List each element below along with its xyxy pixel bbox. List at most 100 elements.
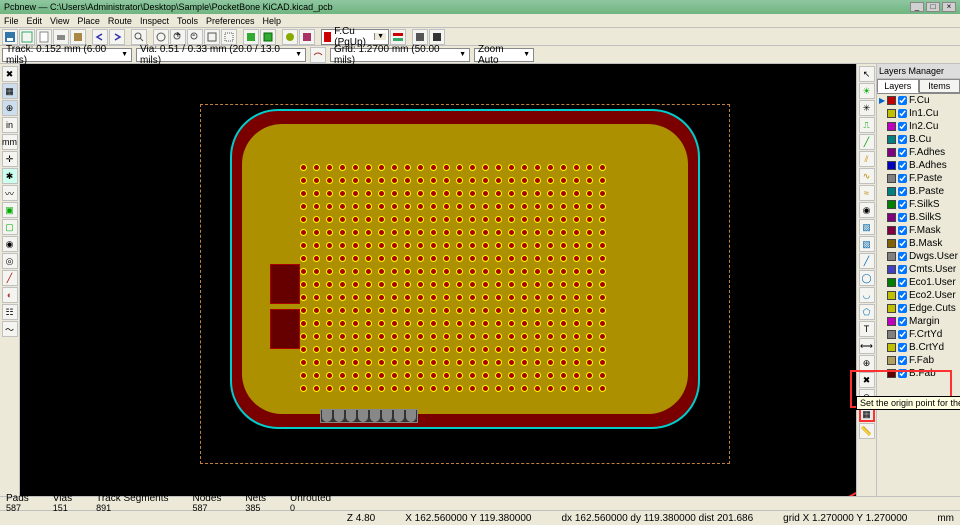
layer-checkbox[interactable]	[898, 109, 907, 118]
layer-row[interactable]: Eco2.User	[877, 289, 960, 302]
zoom-in-icon[interactable]: +	[170, 29, 186, 45]
menu-view[interactable]: View	[50, 16, 69, 26]
units-mm-icon[interactable]: mm	[2, 134, 18, 150]
layer-checkbox[interactable]	[898, 278, 907, 287]
show-drc-icon[interactable]: ✖	[2, 66, 18, 82]
layer-checkbox[interactable]	[898, 291, 907, 300]
print-icon[interactable]	[53, 29, 69, 45]
layer-row[interactable]: In1.Cu	[877, 107, 960, 120]
curved-ratsnest-icon[interactable]: 〰	[2, 185, 18, 201]
layer-checkbox[interactable]	[898, 122, 907, 131]
local-ratsnest-icon[interactable]: ✳	[859, 100, 875, 116]
footprint-editor-icon[interactable]	[243, 29, 259, 45]
contrast-mode-icon[interactable]: ◐	[2, 287, 18, 303]
layer-checkbox[interactable]	[898, 135, 907, 144]
layer-checkbox[interactable]	[898, 343, 907, 352]
layer-pair-icon[interactable]	[390, 29, 406, 45]
highlight-net-icon[interactable]: ☀	[859, 83, 875, 99]
layer-row[interactable]: B.Cu	[877, 133, 960, 146]
layer-checkbox[interactable]	[898, 356, 907, 365]
layer-row[interactable]: Margin	[877, 315, 960, 328]
layer-checkbox[interactable]	[898, 148, 907, 157]
add-dimension-icon[interactable]: ⟷	[859, 338, 875, 354]
route-track-icon[interactable]: ╱	[859, 134, 875, 150]
update-pcb-icon[interactable]	[282, 29, 298, 45]
add-zone-icon[interactable]: ▨	[859, 219, 875, 235]
maximize-button[interactable]: □	[926, 2, 940, 12]
layer-row[interactable]: F.Mask	[877, 224, 960, 237]
layer-checkbox[interactable]	[898, 317, 907, 326]
zoom-selection-icon[interactable]	[221, 29, 237, 45]
add-via-icon[interactable]: ◉	[859, 202, 875, 218]
menu-preferences[interactable]: Preferences	[206, 16, 255, 26]
auto-track-icon[interactable]	[310, 47, 326, 63]
page-settings-icon[interactable]	[36, 29, 52, 45]
layer-row[interactable]: B.Paste	[877, 185, 960, 198]
cursor-shape-icon[interactable]: ✛	[2, 151, 18, 167]
via-outline-icon[interactable]: ◎	[2, 253, 18, 269]
measure-icon[interactable]: 📏	[859, 423, 875, 439]
layer-row[interactable]: B.CrtYd	[877, 341, 960, 354]
fill-zones-icon[interactable]: ▣	[2, 202, 18, 218]
plot-icon[interactable]	[70, 29, 86, 45]
track-width-combo[interactable]: Track: 0.152 mm (6.00 mils)▼	[2, 48, 132, 62]
layer-row[interactable]: B.SilkS	[877, 211, 960, 224]
layer-selector[interactable]: F.Cu (PgUp) ▼	[321, 29, 389, 45]
polar-coords-icon[interactable]: ⊕	[2, 100, 18, 116]
track-outline-icon[interactable]: ╱	[2, 270, 18, 286]
drc-icon[interactable]	[299, 29, 315, 45]
outline-zones-icon[interactable]: ▢	[2, 219, 18, 235]
layer-row[interactable]: F.SilkS	[877, 198, 960, 211]
layer-row[interactable]: In2.Cu	[877, 120, 960, 133]
zoom-redraw-icon[interactable]	[153, 29, 169, 45]
draw-polygon-icon[interactable]: ⬠	[859, 304, 875, 320]
layer-row[interactable]: F.Adhes	[877, 146, 960, 159]
minimize-button[interactable]: _	[910, 2, 924, 12]
board-setup-icon[interactable]	[19, 29, 35, 45]
units-in-icon[interactable]: in	[2, 117, 18, 133]
find-icon[interactable]	[131, 29, 147, 45]
layer-checkbox[interactable]	[898, 239, 907, 248]
tab-items[interactable]: Items	[919, 79, 960, 93]
layer-row[interactable]: F.Paste	[877, 172, 960, 185]
layer-row[interactable]: Edge.Cuts	[877, 302, 960, 315]
menu-file[interactable]: File	[4, 16, 19, 26]
zoom-out-icon[interactable]: -	[187, 29, 203, 45]
tune-diffpair-icon[interactable]: ≈	[859, 185, 875, 201]
zoom-combo[interactable]: Zoom Auto▼	[474, 48, 534, 62]
add-text-icon[interactable]: T	[859, 321, 875, 337]
layer-row[interactable]: B.Adhes	[877, 159, 960, 172]
layer-row[interactable]: F.Fab	[877, 354, 960, 367]
route-diffpair-icon[interactable]: ⫽	[859, 151, 875, 167]
layer-checkbox[interactable]	[898, 330, 907, 339]
add-keepout-icon[interactable]: ▧	[859, 236, 875, 252]
select-icon[interactable]: ↖	[859, 66, 875, 82]
draw-line-icon[interactable]: ╱	[859, 253, 875, 269]
grid-combo[interactable]: Grid: 1.2700 mm (50.00 mils)▼	[330, 48, 470, 62]
pad-outline-icon[interactable]: ◉	[2, 236, 18, 252]
zoom-fit-icon[interactable]	[204, 29, 220, 45]
menu-route[interactable]: Route	[108, 16, 132, 26]
draw-arc-icon[interactable]: ◡	[859, 287, 875, 303]
layer-checkbox[interactable]	[898, 187, 907, 196]
footprint-browser-icon[interactable]	[260, 29, 276, 45]
layers-manager-toggle-icon[interactable]: ☷	[2, 304, 18, 320]
close-button[interactable]: ×	[942, 2, 956, 12]
layer-checkbox[interactable]	[898, 96, 907, 105]
layer-row[interactable]: F.CrtYd	[877, 328, 960, 341]
menu-place[interactable]: Place	[77, 16, 100, 26]
undo-icon[interactable]	[92, 29, 108, 45]
pcb-canvas[interactable]: 1. set the origin point for the grid	[20, 64, 856, 496]
show-ratsnest-icon[interactable]: ✱	[2, 168, 18, 184]
via-size-combo[interactable]: Via: 0.51 / 0.33 mm (20.0 / 13.0 mils)▼	[136, 48, 306, 62]
draw-circle-icon[interactable]: ◯	[859, 270, 875, 286]
layer-checkbox[interactable]	[898, 265, 907, 274]
layer-checkbox[interactable]	[898, 200, 907, 209]
layer-checkbox[interactable]	[898, 174, 907, 183]
layer-row[interactable]: Cmts.User	[877, 263, 960, 276]
script-icon[interactable]	[412, 29, 428, 45]
layer-checkbox[interactable]	[898, 304, 907, 313]
menu-help[interactable]: Help	[263, 16, 282, 26]
menu-inspect[interactable]: Inspect	[140, 16, 169, 26]
layer-checkbox[interactable]	[898, 161, 907, 170]
